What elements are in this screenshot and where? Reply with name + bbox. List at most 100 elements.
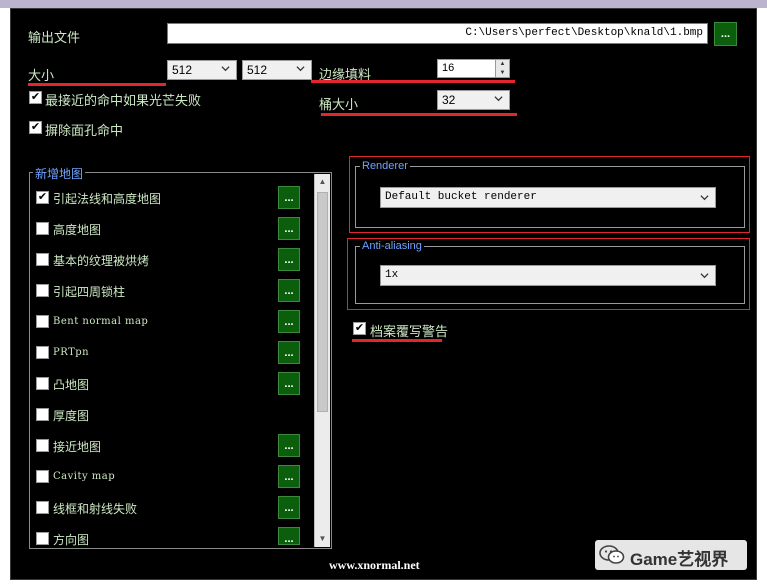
anti-aliasing-select[interactable]: 1x xyxy=(380,265,716,286)
map-settings-button[interactable]: ... xyxy=(278,310,300,333)
map-settings-button[interactable]: ... xyxy=(278,496,300,519)
size-label: 大小 xyxy=(28,68,55,83)
checkmark-icon: ✔ xyxy=(30,91,41,103)
edge-padding-spin-buttons[interactable]: ▲ ▼ xyxy=(495,60,509,77)
map-settings-button[interactable]: ... xyxy=(278,341,300,364)
overwrite-warning-checkbox[interactable]: ✔ xyxy=(353,322,366,335)
map-settings-label: ... xyxy=(284,440,294,452)
bucket-size-select[interactable]: 32 xyxy=(437,90,510,110)
map-label: PRTpn xyxy=(53,347,90,358)
chevron-down-icon xyxy=(221,66,230,72)
edge-padding-spinner[interactable]: 16 ▲ ▼ xyxy=(437,59,510,78)
list-item-map[interactable]: 高度地图 ... xyxy=(36,217,301,241)
scrollbar-thumb[interactable] xyxy=(317,192,328,412)
option-label-nearest-hit: 最接近的命中如果光芒失败 xyxy=(45,93,202,108)
checkmark-icon: ✔ xyxy=(37,191,48,203)
map-settings-label: ... xyxy=(284,316,294,328)
map-label: 线框和射线失败 xyxy=(53,502,138,516)
size-height-value: 512 xyxy=(247,63,268,77)
list-item-map[interactable]: 接近地图 ... xyxy=(36,434,301,458)
output-file-browse-label: ... xyxy=(720,28,731,40)
chevron-down-icon xyxy=(700,195,709,201)
list-item-map[interactable]: 厚度图 xyxy=(36,403,301,427)
maps-list-scrollbar[interactable]: ▲ ▼ xyxy=(314,174,330,547)
map-checkbox[interactable]: ✔ xyxy=(36,191,49,204)
spin-down-icon[interactable]: ▼ xyxy=(496,69,509,78)
map-label: 基本的纹理被烘烤 xyxy=(53,254,150,268)
annotation-underline-size xyxy=(28,83,166,86)
size-height-select[interactable]: 512 xyxy=(242,60,312,80)
watermark-site-text: www.xnormal.net xyxy=(329,558,420,572)
map-settings-button[interactable]: ... xyxy=(278,186,300,209)
map-label: Cavity map xyxy=(53,471,116,482)
option-checkbox-nearest-hit[interactable]: ✔ xyxy=(29,91,42,104)
map-settings-button[interactable]: ... xyxy=(278,465,300,488)
annotation-underline-overwrite-warning xyxy=(352,339,442,342)
xnormal-settings-panel: 输出文件 C:\Users\perfect\Desktop\knald\1.bm… xyxy=(10,8,757,580)
map-checkbox[interactable] xyxy=(36,408,49,421)
map-label: 引起四周锁柱 xyxy=(53,285,126,299)
anti-aliasing-group: Anti-aliasing 1x xyxy=(355,240,745,304)
map-checkbox[interactable] xyxy=(36,315,49,328)
chevron-down-icon xyxy=(494,96,503,102)
list-item-map[interactable]: 凸地图 ... xyxy=(36,372,301,396)
map-checkbox[interactable] xyxy=(36,377,49,390)
renderer-group: Renderer Default bucket renderer xyxy=(355,160,745,228)
map-settings-button[interactable]: ... xyxy=(278,248,300,271)
map-checkbox[interactable] xyxy=(36,470,49,483)
map-settings-label: ... xyxy=(284,347,294,359)
anti-aliasing-value: 1x xyxy=(385,269,399,281)
size-width-select[interactable]: 512 xyxy=(167,60,237,80)
map-settings-label: ... xyxy=(284,471,294,483)
edge-padding-value: 16 xyxy=(442,62,455,74)
map-settings-button[interactable]: ... xyxy=(278,372,300,395)
map-label: 厚度图 xyxy=(53,409,90,423)
map-settings-button[interactable]: ... xyxy=(278,217,300,240)
map-settings-label: ... xyxy=(284,254,294,266)
maps-group-title: 新增地图 xyxy=(33,165,86,182)
spin-up-icon[interactable]: ▲ xyxy=(496,60,509,69)
output-file-browse-button[interactable]: ... xyxy=(714,22,737,46)
output-file-path-input[interactable]: C:\Users\perfect\Desktop\knald\1.bmp xyxy=(167,23,708,44)
map-settings-label: ... xyxy=(284,192,294,204)
maps-group: 新增地图 ✔ 引起法线和高度地图 ... 高度地图 ... 基本的纹理被烘烤 .… xyxy=(29,165,332,551)
list-item-map[interactable]: 基本的纹理被烘烤 ... xyxy=(36,248,301,272)
scroll-down-icon[interactable]: ▼ xyxy=(315,531,330,547)
map-label: 引起法线和高度地图 xyxy=(53,192,162,206)
list-item-map[interactable]: Bent normal map ... xyxy=(36,310,301,334)
option-checkbox-discard-back-faces[interactable]: ✔ xyxy=(29,121,42,134)
map-settings-button[interactable]: ... xyxy=(278,434,300,457)
annotation-underline-bucket-size xyxy=(321,113,517,116)
map-settings-label: ... xyxy=(284,223,294,235)
chevron-down-icon xyxy=(296,66,305,72)
map-settings-label: ... xyxy=(284,533,294,545)
list-item-map[interactable]: 线框和射线失败 ... xyxy=(36,496,301,520)
renderer-select[interactable]: Default bucket renderer xyxy=(380,187,716,208)
size-width-value: 512 xyxy=(172,63,193,77)
map-checkbox[interactable] xyxy=(36,253,49,266)
wechat-logo-icon xyxy=(599,545,625,564)
map-checkbox[interactable] xyxy=(36,439,49,452)
list-item-map[interactable]: PRTpn ... xyxy=(36,341,301,365)
bucket-size-value: 32 xyxy=(442,93,456,107)
checkmark-icon: ✔ xyxy=(30,121,41,133)
list-item-map[interactable]: ✔ 引起法线和高度地图 ... xyxy=(36,186,301,210)
map-checkbox[interactable] xyxy=(36,222,49,235)
watermark-brand-text: Game艺视界 xyxy=(630,550,729,569)
map-label: 高度地图 xyxy=(53,223,102,237)
map-settings-button[interactable]: ... xyxy=(278,279,300,302)
map-checkbox[interactable] xyxy=(36,346,49,359)
scroll-up-icon[interactable]: ▲ xyxy=(315,174,330,190)
list-item-map[interactable]: 引起四周锁柱 ... xyxy=(36,279,301,303)
map-checkbox[interactable] xyxy=(36,501,49,514)
map-settings-label: ... xyxy=(284,378,294,390)
watermark-brand: Game艺视界 xyxy=(595,540,747,570)
list-item-map[interactable]: 方向图 ... xyxy=(36,527,301,551)
map-checkbox[interactable] xyxy=(36,532,49,545)
map-label: 接近地图 xyxy=(53,440,102,454)
anti-aliasing-group-title: Anti-aliasing xyxy=(360,240,424,252)
output-file-label: 输出文件 xyxy=(28,30,81,45)
map-checkbox[interactable] xyxy=(36,284,49,297)
list-item-map[interactable]: Cavity map ... xyxy=(36,465,301,489)
map-settings-button[interactable]: ... xyxy=(278,527,300,545)
